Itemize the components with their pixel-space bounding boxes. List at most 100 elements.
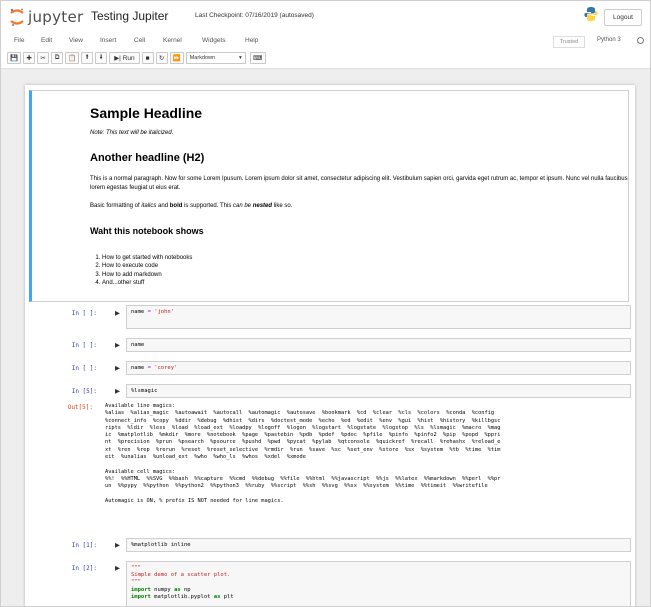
checkpoint-status: Last Checkpoint: 07/16/2019 (autosaved) (195, 12, 314, 19)
list-item: How to add markdown (102, 271, 192, 279)
code-cell-6: In [2]: ▶ """ Simple demo of a scatter p… (29, 561, 631, 606)
list-item: How to get started with notebooks (102, 254, 192, 262)
scissors-icon: ✂ (40, 55, 46, 62)
formatting-text-4: like so. (272, 203, 293, 209)
menu-view[interactable]: View (69, 37, 83, 44)
menu-kernel[interactable]: Kernel (163, 37, 182, 44)
input-prompt: In [2]: (71, 565, 97, 572)
italics-text: italics (141, 203, 157, 209)
list-item: How to execute code (102, 262, 192, 270)
fast-forward-icon: ⏩ (172, 55, 181, 62)
jupyter-logo[interactable]: jupyter (9, 6, 83, 28)
docstring-close: """ (131, 579, 141, 586)
arrow-up-icon: 🠙 (85, 53, 89, 61)
insert-cell-button[interactable]: ✚ (23, 52, 36, 64)
run-cell-icon[interactable]: ▶ (115, 309, 120, 317)
command-palette-button[interactable]: ⌨ (249, 52, 266, 64)
import-line-1: import numpy as np (131, 587, 626, 594)
code-input[interactable]: name = 'corey' (126, 361, 631, 375)
kernel-name: Python 3 (597, 37, 621, 43)
code-input[interactable]: name = 'john' (126, 305, 631, 329)
menu-file[interactable]: File (14, 37, 24, 44)
cut-button[interactable]: ✂ (37, 52, 50, 64)
clipboard-icon: 📋 (68, 55, 77, 62)
chevron-down-icon: ▾ (238, 55, 242, 61)
docstring-open: """ (131, 565, 141, 571)
menu-insert[interactable]: Insert (100, 37, 116, 44)
nested-text: nested (252, 203, 273, 209)
restart-run-all-button[interactable]: ⏩ (169, 52, 184, 64)
menu-help[interactable]: Help (245, 37, 258, 44)
jupyter-logo-icon (10, 8, 24, 26)
input-prompt: In [1]: (71, 542, 97, 549)
save-icon: 💾 (10, 55, 19, 62)
input-prompt: In [ ]: (71, 310, 97, 317)
copy-button[interactable]: ⧉ (51, 52, 64, 64)
arrow-down-icon: 🠛 (99, 53, 103, 61)
run-cell-icon[interactable]: ▶ (115, 564, 120, 572)
code-input[interactable]: %matplotlib inline (126, 538, 631, 552)
module-alias: np (180, 586, 191, 593)
paragraph-formatting: Basic formatting of italics and bold is … (90, 202, 630, 211)
stop-icon: ■ (145, 54, 150, 62)
can-be-text: can be (233, 203, 252, 209)
code-operator: = (147, 309, 151, 315)
run-cell-icon[interactable]: ▶ (115, 541, 120, 549)
notebook-container: Sample Headline Note: This text will be … (25, 85, 635, 606)
input-prompt: In [ ]: (71, 342, 97, 349)
module-name: matplotlib.pyplot (150, 593, 214, 600)
bold-text: bold (169, 203, 183, 209)
code-cell-5: In [1]: ▶ %matplotlib inline (29, 538, 631, 554)
notebook-window: jupyter Testing Jupiter Last Checkpoint:… (0, 0, 651, 607)
move-down-button[interactable]: 🠛 (95, 52, 108, 64)
paste-button[interactable]: 📋 (65, 52, 80, 64)
code-text: %lsmagic (131, 388, 158, 394)
docstring-line: Simple demo of a scatter plot. (131, 572, 231, 579)
kernel-status-icon (637, 37, 644, 44)
input-prompt: In [ ]: (71, 365, 97, 372)
code-input[interactable]: name (126, 338, 631, 352)
notebook-header: jupyter Testing Jupiter Last Checkpoint:… (1, 1, 650, 69)
notebook-topics-list: How to get started with notebooks How to… (94, 254, 192, 287)
menu-widgets[interactable]: Widgets (202, 37, 225, 44)
menu-edit[interactable]: Edit (41, 37, 52, 44)
python-logo-icon (583, 6, 599, 27)
cell-output: Available line magics: %alias %alias_mag… (105, 403, 501, 504)
refresh-icon: ↻ (158, 55, 165, 62)
code-input[interactable]: %lsmagic (126, 384, 631, 398)
trusted-indicator[interactable]: Trusted (553, 36, 585, 48)
italic-note: Note: This text will be italicized. (90, 130, 174, 136)
run-button[interactable]: ▶| Run (109, 52, 140, 64)
formatting-text-2: and (156, 203, 170, 209)
move-up-button[interactable]: 🠙 (81, 52, 94, 64)
import-keyword: import (131, 586, 151, 593)
run-cell-icon[interactable]: ▶ (115, 364, 120, 372)
markdown-cell[interactable]: Sample Headline Note: This text will be … (29, 90, 629, 302)
cell-type-select[interactable]: Markdown ▾ (185, 52, 246, 64)
sample-headline: Sample Headline (90, 105, 203, 121)
headline-h3: Waht this notebook shows (90, 226, 204, 236)
plus-icon: ✚ (26, 55, 32, 62)
run-button-label: Run (122, 54, 135, 62)
run-cell-icon[interactable]: ▶ (115, 387, 120, 395)
save-button[interactable]: 💾 (7, 52, 22, 64)
formatting-text-1: Basic formatting of (90, 203, 142, 209)
restart-button[interactable]: ↻ (155, 52, 168, 64)
code-cell-4: In [5]: ▶ %lsmagic Out[5]: Available lin… (29, 384, 631, 532)
code-string: 'corey' (154, 365, 178, 371)
notebook-title[interactable]: Testing Jupiter (91, 9, 168, 23)
code-cell-3: In [ ]: ▶ name = 'corey' (29, 361, 631, 377)
toolbar: 💾 ✚ ✂ ⧉ 📋 🠙 🠛 ▶| Run ■ ↻ ⏩ Markdown ▾ ⌨ (7, 51, 268, 65)
formatting-text-3: is supported. This (182, 203, 233, 209)
menu-cell[interactable]: Cell (134, 37, 145, 44)
logout-button[interactable]: Logout (604, 9, 642, 26)
output-prompt: Out[5]: (67, 404, 93, 411)
code-input[interactable]: """ Simple demo of a scatter plot. """ i… (126, 561, 631, 606)
code-text: name (131, 342, 145, 348)
headline-h2: Another headline (H2) (90, 152, 205, 164)
code-string: 'john' (154, 309, 175, 315)
code-var: name (131, 365, 145, 371)
run-cell-icon[interactable]: ▶ (115, 341, 120, 349)
import-line-2: import matplotlib.pyplot as plt (131, 594, 626, 601)
stop-button[interactable]: ■ (141, 52, 154, 64)
